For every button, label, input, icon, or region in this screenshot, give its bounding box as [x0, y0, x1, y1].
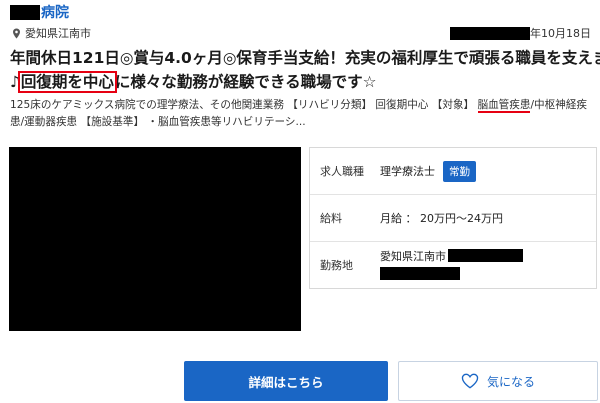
salary-value: 月給 ： 20万円〜24万円: [380, 212, 503, 225]
location-text: 愛知県江南市: [25, 27, 91, 40]
job-info-table: 求人職種 理学療法士 常勤 給料 月給 ： 20万円〜24万円 勤務地 愛知県江…: [309, 147, 597, 289]
posted-date: 年10月18日: [450, 25, 591, 41]
employment-badge: 常勤: [443, 160, 476, 182]
map-pin-icon: [13, 28, 20, 38]
job-title-line1: 年間休日121日◎賞与4.0ヶ月◎保育手当支給！充実の福利厚生で頑張る職員を支え…: [10, 49, 600, 67]
title-suffix: に様々な勤務が経験できる職場です☆: [114, 73, 377, 91]
date-text: 年10月18日: [530, 27, 591, 40]
redacted-year: [450, 26, 530, 40]
info-row-workplace: 勤務地 愛知県江南市: [310, 242, 596, 288]
title-prefix: ♪: [10, 73, 20, 91]
job-description: 125床のケアミックス病院での理学療法、その他関連業務 【リハビリ分類】 回復期…: [10, 97, 598, 131]
workplace-label: 勤務地: [320, 259, 353, 272]
job-title-line2: ♪回復期を中心に様々な勤務が経験できる職場です☆: [10, 70, 598, 94]
info-row-job-type: 求人職種 理学療法士 常勤: [310, 148, 596, 195]
favorite-label: 気になる: [486, 374, 535, 389]
job-type-label: 求人職種: [320, 165, 364, 178]
salary-label: 給料: [320, 212, 342, 225]
hospital-name-link[interactable]: 病院: [41, 2, 69, 22]
desc-text-1: 125床のケアミックス病院での理学療法、その他関連業務 【リハビリ分類】 回復期…: [10, 99, 478, 111]
info-row-salary: 給料 月給 ： 20万円〜24万円: [310, 195, 596, 242]
workplace-cell: 愛知県江南市: [380, 248, 596, 283]
redacted-address-1: [448, 249, 523, 262]
job-image-redacted: [9, 147, 301, 331]
job-type-cell: 理学療法士 常勤: [380, 160, 596, 182]
details-button[interactable]: 詳細はこちら: [184, 361, 388, 401]
hospital-header[interactable]: 病院: [10, 3, 69, 21]
highlighted-keyword: 回復期を中心: [17, 71, 117, 93]
heart-icon: [461, 373, 479, 389]
job-type-value: 理学療法士: [380, 165, 435, 178]
desc-underlined-keyword: 脳血管疾患: [477, 99, 531, 113]
workplace-value: 愛知県江南市: [380, 249, 446, 263]
location-row: 愛知県江南市: [11, 25, 91, 41]
redacted-hospital-prefix: [10, 4, 40, 20]
redacted-address-2: [380, 266, 460, 280]
job-title[interactable]: 年間休日121日◎賞与4.0ヶ月◎保育手当支給！充実の福利厚生で頑張る職員を支え…: [10, 46, 600, 94]
favorite-button[interactable]: 気になる: [398, 361, 598, 401]
